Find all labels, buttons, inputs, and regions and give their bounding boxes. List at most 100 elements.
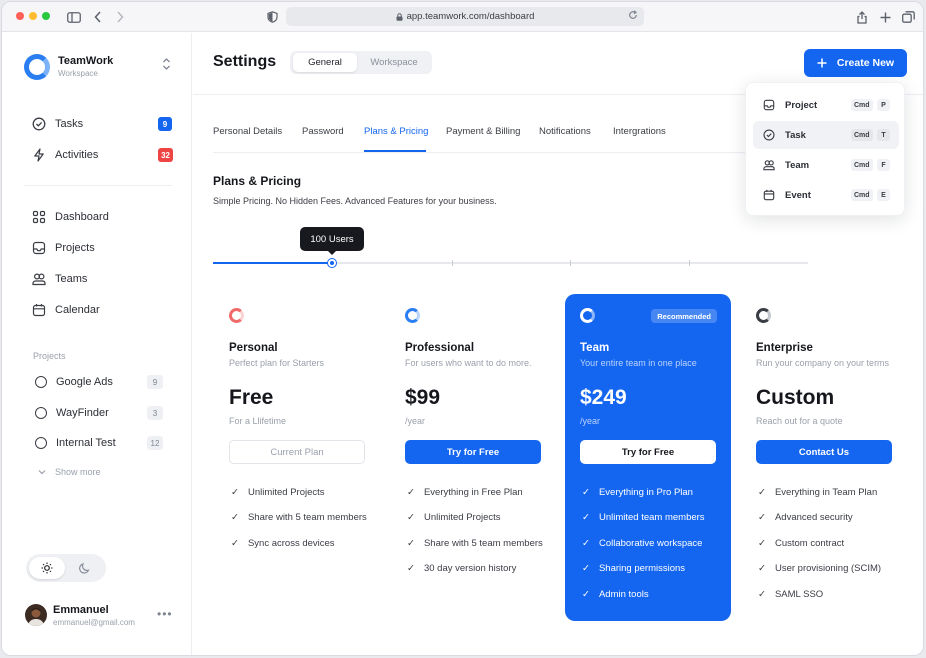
sidebar-item-label: Activities — [55, 149, 99, 161]
tab-notifications[interactable]: Notifications — [539, 126, 591, 137]
recommended-badge: Recommended — [651, 309, 717, 323]
project-label: Internal Test — [56, 437, 116, 449]
section-title: Plans & Pricing — [213, 174, 302, 188]
browser-toolbar: app.teamwork.com/dashboard — [2, 2, 923, 32]
tab-integrations[interactable]: Intergrations — [613, 126, 666, 137]
sidebar-item-tasks[interactable]: Tasks 9 — [32, 113, 172, 135]
project-circle-icon — [35, 376, 47, 388]
check-icon: ✓ — [231, 512, 239, 523]
sidebar-item-projects[interactable]: Projects — [32, 237, 172, 259]
teamwork-logo — [24, 54, 50, 80]
try-for-free-button[interactable]: Try for Free — [580, 440, 716, 464]
workspace-switcher-icon[interactable] — [162, 57, 171, 74]
menu-item-label: Team — [785, 159, 810, 171]
current-plan-button[interactable]: Current Plan — [229, 440, 365, 464]
sidebar-toggle-icon[interactable] — [64, 7, 84, 27]
theme-toggle — [26, 554, 106, 582]
users-slider-thumb[interactable] — [328, 259, 336, 267]
contact-us-button[interactable]: Contact Us — [756, 440, 892, 464]
feature-text: Share with 5 team members — [247, 512, 367, 523]
menu-item-project[interactable]: Project Cmd P — [753, 91, 899, 119]
check-circle-icon — [763, 129, 775, 141]
sidebar-item-label: Tasks — [55, 118, 84, 130]
dark-mode-button[interactable] — [67, 557, 103, 579]
moon-icon — [79, 563, 90, 574]
project-item-google-ads[interactable]: Google Ads 9 — [35, 372, 163, 392]
plan-logo-icon — [580, 308, 595, 323]
users-slider-fill — [213, 262, 332, 264]
sidebar-item-teams[interactable]: Teams — [32, 268, 172, 290]
users-icon — [32, 273, 46, 286]
user-more-icon[interactable]: ••• — [157, 607, 173, 621]
check-icon: ✓ — [407, 512, 415, 523]
feature-item: ✓ Unlimited team members — [582, 512, 705, 523]
sidebar-divider — [24, 185, 172, 186]
segment-workspace[interactable]: Workspace — [361, 53, 427, 72]
tab-plans-pricing[interactable]: Plans & Pricing — [364, 126, 428, 137]
project-count: 9 — [147, 375, 163, 389]
check-icon: ✓ — [582, 487, 590, 498]
tab-password[interactable]: Password — [302, 126, 344, 137]
minimize-window-button[interactable] — [29, 12, 37, 20]
address-bar[interactable]: app.teamwork.com/dashboard — [286, 7, 644, 26]
check-icon: ✓ — [758, 563, 766, 574]
check-icon: ✓ — [758, 538, 766, 549]
feature-text: Admin tools — [598, 589, 649, 600]
user-email: emmanuel@gmail.com — [53, 618, 135, 627]
new-tab-icon[interactable] — [875, 7, 895, 27]
light-mode-button[interactable] — [29, 557, 65, 579]
project-item-wayfinder[interactable]: WayFinder 3 — [35, 403, 163, 423]
plan-card-team: Recommended Team Your entire team in one… — [565, 294, 731, 621]
check-icon: ✓ — [758, 512, 766, 523]
reload-icon[interactable] — [628, 10, 638, 20]
avatar[interactable] — [25, 604, 47, 626]
forward-icon[interactable] — [110, 7, 130, 27]
sun-icon — [41, 562, 53, 574]
users-slider-tooltip: 100 Users — [300, 227, 364, 255]
tabs-overview-icon[interactable] — [898, 7, 918, 27]
url-text: app.teamwork.com/dashboard — [406, 11, 535, 22]
calendar-icon — [32, 304, 46, 317]
feature-item: ✓ Admin tools — [582, 589, 649, 600]
feature-item: ✓ 30 day version history — [407, 563, 516, 574]
create-new-button[interactable]: Create New — [804, 49, 907, 77]
feature-item: ✓ Share with 5 team members — [407, 538, 543, 549]
settings-scope-switch: General Workspace — [290, 51, 432, 74]
lightning-icon — [34, 148, 44, 162]
try-for-free-button[interactable]: Try for Free — [405, 440, 541, 464]
project-label: WayFinder — [56, 407, 109, 419]
project-circle-icon — [35, 437, 47, 449]
sidebar-item-activities[interactable]: Activities 32 — [32, 144, 173, 166]
menu-item-event[interactable]: Event Cmd E — [753, 181, 899, 209]
tasks-count-badge: 9 — [158, 117, 172, 131]
feature-item: ✓ Collaborative workspace — [582, 538, 702, 549]
menu-item-label: Task — [785, 129, 806, 141]
projects-section-label: Projects — [33, 351, 66, 361]
plan-description: Perfect plan for Starters — [229, 358, 325, 368]
feature-item: ✓ Advanced security — [758, 512, 853, 523]
check-icon: ✓ — [582, 538, 590, 549]
back-icon[interactable] — [88, 7, 108, 27]
maximize-window-button[interactable] — [42, 12, 50, 20]
close-window-button[interactable] — [16, 12, 24, 20]
project-item-internal-test[interactable]: Internal Test 12 — [35, 433, 163, 453]
plan-name: Enterprise — [756, 342, 813, 354]
menu-item-task[interactable]: Task Cmd T — [753, 121, 899, 149]
sidebar-item-calendar[interactable]: Calendar — [32, 299, 172, 321]
tab-payment-billing[interactable]: Payment & Billing — [446, 126, 520, 137]
check-circle-icon — [32, 117, 46, 131]
menu-item-team[interactable]: Team Cmd F — [753, 151, 899, 179]
sidebar-item-dashboard[interactable]: Dashboard — [32, 206, 172, 228]
feature-text: Unlimited Projects — [247, 487, 325, 498]
tab-personal-details[interactable]: Personal Details — [213, 126, 282, 137]
plan-period: For a Llifetime — [229, 416, 287, 426]
feature-text: Advanced security — [774, 512, 853, 523]
share-icon[interactable] — [852, 7, 872, 27]
segment-general[interactable]: General — [293, 53, 357, 72]
feature-item: ✓ User provisioning (SCIM) — [758, 563, 881, 574]
privacy-shield-icon[interactable] — [262, 7, 282, 27]
show-more-link[interactable]: Show more — [38, 467, 101, 477]
feature-item: ✓ Everything in Free Plan — [407, 487, 523, 498]
plan-period: /year — [580, 416, 601, 426]
feature-text: Everything in Team Plan — [774, 487, 878, 498]
